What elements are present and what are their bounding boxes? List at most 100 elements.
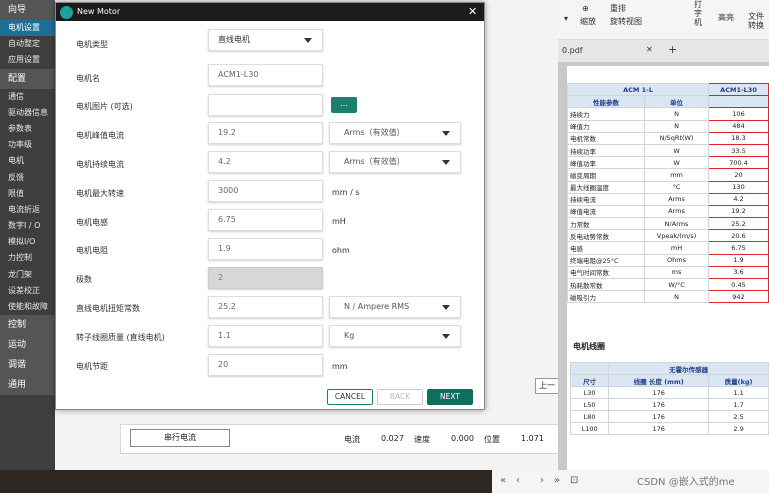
motor-image-input[interactable]: [208, 94, 323, 116]
close-icon[interactable]: ✕: [468, 5, 477, 18]
convert-button[interactable]: 文件转换: [748, 12, 768, 30]
rotor-mass-unit-value: Kg: [344, 331, 355, 340]
nav-item-22[interactable]: 通用: [0, 375, 55, 396]
nav-item-0[interactable]: 向导: [0, 0, 55, 20]
torque-const-unit-select[interactable]: N / Ampere RMS: [329, 296, 461, 318]
nav-item-1[interactable]: 电机设置: [0, 20, 55, 37]
rearrange-button[interactable]: 重排: [610, 3, 626, 14]
spec-unit: ms: [644, 265, 710, 280]
pdf-page: ACM 1-L ACM1-L30 性能参数 单位 持续力 N 106 峰值力 N 484 电机常数 N…: [566, 66, 769, 470]
nav-item-18[interactable]: 使能和故障: [0, 299, 55, 315]
nav-item-16[interactable]: 龙门架: [0, 267, 55, 283]
spec-unit: Arms: [644, 192, 710, 206]
nav-item-4[interactable]: 配置: [0, 68, 55, 89]
coil-mass: 2.5: [708, 410, 769, 423]
coil-head-row: 尺寸 线圈 长度 (mm) 质量(kg): [569, 374, 769, 387]
rotor-mass-input[interactable]: 1.1: [208, 325, 323, 347]
coil-blank: [569, 362, 610, 375]
nav-item-6[interactable]: 驱动器信息: [0, 105, 55, 121]
next-button[interactable]: NEXT: [427, 389, 473, 405]
coil-size-head: 尺寸: [569, 374, 610, 387]
zoom-button[interactable]: 缩放: [580, 16, 596, 27]
cancel-button[interactable]: CANCEL: [327, 389, 373, 405]
next-page-icon[interactable]: ›: [540, 475, 544, 486]
nav-item-19[interactable]: 控制: [0, 315, 55, 336]
add-tab-button[interactable]: +: [668, 43, 677, 56]
pitch-unit: mm: [332, 362, 348, 371]
spec-param: 反电动势常数: [566, 229, 646, 243]
table-row: L100 176 2.9: [569, 422, 769, 435]
nav-item-2[interactable]: 自动整定: [0, 36, 55, 52]
last-page-icon[interactable]: »: [554, 475, 560, 486]
nav-item-20[interactable]: 运动: [0, 335, 55, 356]
fit-page-icon[interactable]: ⊡: [570, 475, 578, 486]
nav-item-13[interactable]: 数字I / O: [0, 218, 55, 234]
motor-type-value: 直线电机: [218, 35, 250, 44]
nav-item-15[interactable]: 力控制: [0, 250, 55, 266]
speed-label: 速度: [414, 435, 430, 444]
nav-item-7[interactable]: 参数表: [0, 121, 55, 137]
table-row: 磁变周期 mm 20: [566, 168, 769, 182]
first-page-icon[interactable]: «: [500, 475, 506, 486]
rotate-view-button[interactable]: 旋转视图: [610, 16, 642, 27]
nav-item-17[interactable]: 设差校正: [0, 283, 55, 299]
coil-size: L100: [569, 422, 610, 435]
inductance-label: 电机电感: [76, 218, 108, 227]
browse-button[interactable]: ...: [331, 97, 357, 113]
prev-page-icon[interactable]: ‹: [516, 475, 520, 486]
pdf-tab[interactable]: 0.pdf: [562, 46, 583, 55]
coil-size: L80: [569, 410, 610, 423]
spec-unit: °C: [644, 180, 710, 194]
table-row: 反电动势常数 Vpeak/(m/s) 20.6: [566, 229, 769, 243]
peak-current-input[interactable]: 19.2: [208, 122, 323, 144]
cont-current-input[interactable]: 4.2: [208, 151, 323, 173]
spec-unit: Vpeak/(m/s): [644, 229, 710, 243]
dropdown-icon[interactable]: ▾: [564, 14, 568, 23]
max-speed-input[interactable]: 3000: [208, 180, 323, 202]
spec-unit: mm: [644, 168, 710, 182]
nav-item-5[interactable]: 通信: [0, 89, 55, 105]
table-row: L50 176 1.7: [569, 398, 769, 411]
pitch-input[interactable]: 20: [208, 354, 323, 376]
spec-unit: W/°C: [644, 277, 710, 292]
spec-param: 终端电阻@25°C: [566, 253, 646, 267]
rotor-mass-unit-select[interactable]: Kg: [329, 325, 461, 347]
coil-len: 176: [608, 386, 710, 399]
peak-current-unit-select[interactable]: Arms（有效值）: [329, 122, 461, 144]
motor-type-select[interactable]: 直线电机: [208, 29, 323, 51]
nav-item-11[interactable]: 限值: [0, 186, 55, 202]
max-speed-label: 电机最大转速: [76, 189, 124, 198]
highlight-button[interactable]: 高亮: [718, 12, 734, 23]
zoom-icon[interactable]: ⊕: [582, 4, 589, 13]
nav-item-12[interactable]: 电流折返: [0, 202, 55, 218]
pitch-label: 电机节距: [76, 362, 108, 371]
nav-item-8[interactable]: 功率级: [0, 137, 55, 153]
spec-value: 0.45: [708, 277, 769, 292]
spec-param: 电气时间常数: [566, 265, 646, 280]
table-row: 持续电流 Arms 4.2: [566, 192, 769, 206]
serial-current-button[interactable]: 串行电流: [130, 429, 230, 447]
cont-current-unit-select[interactable]: Arms（有效值）: [329, 151, 461, 173]
poles-input: 2: [208, 267, 323, 289]
spec-value: 25.2: [708, 217, 769, 231]
spec-value: 3.6: [708, 265, 769, 280]
torque-const-label: 直线电机扭矩常数: [76, 304, 140, 313]
torque-const-input[interactable]: 25.2: [208, 296, 323, 318]
typewriter-button[interactable]: 打字机: [694, 0, 706, 27]
close-icon[interactable]: ✕: [646, 45, 653, 54]
peak-current-label: 电机峰值电流: [76, 131, 124, 140]
nav-item-10[interactable]: 反馈: [0, 170, 55, 186]
nav-item-3[interactable]: 应用设置: [0, 52, 55, 68]
back-button[interactable]: BACK: [377, 389, 423, 405]
resistance-input[interactable]: 1.9: [208, 238, 323, 260]
motor-name-input[interactable]: ACM1-L30: [208, 64, 323, 86]
resistance-unit: ohm: [332, 246, 350, 255]
app-logo-icon: [60, 6, 73, 19]
nav-item-9[interactable]: 电机: [0, 153, 55, 169]
inductance-input[interactable]: 6.75: [208, 209, 323, 231]
spec-unit: N/Arms: [644, 217, 710, 231]
nav-item-21[interactable]: 调谐: [0, 355, 55, 376]
spec-param: 电机常数: [566, 131, 646, 145]
nav-item-14[interactable]: 模拟I/O: [0, 234, 55, 250]
coil-len-head: 线圈 长度 (mm): [608, 374, 710, 387]
